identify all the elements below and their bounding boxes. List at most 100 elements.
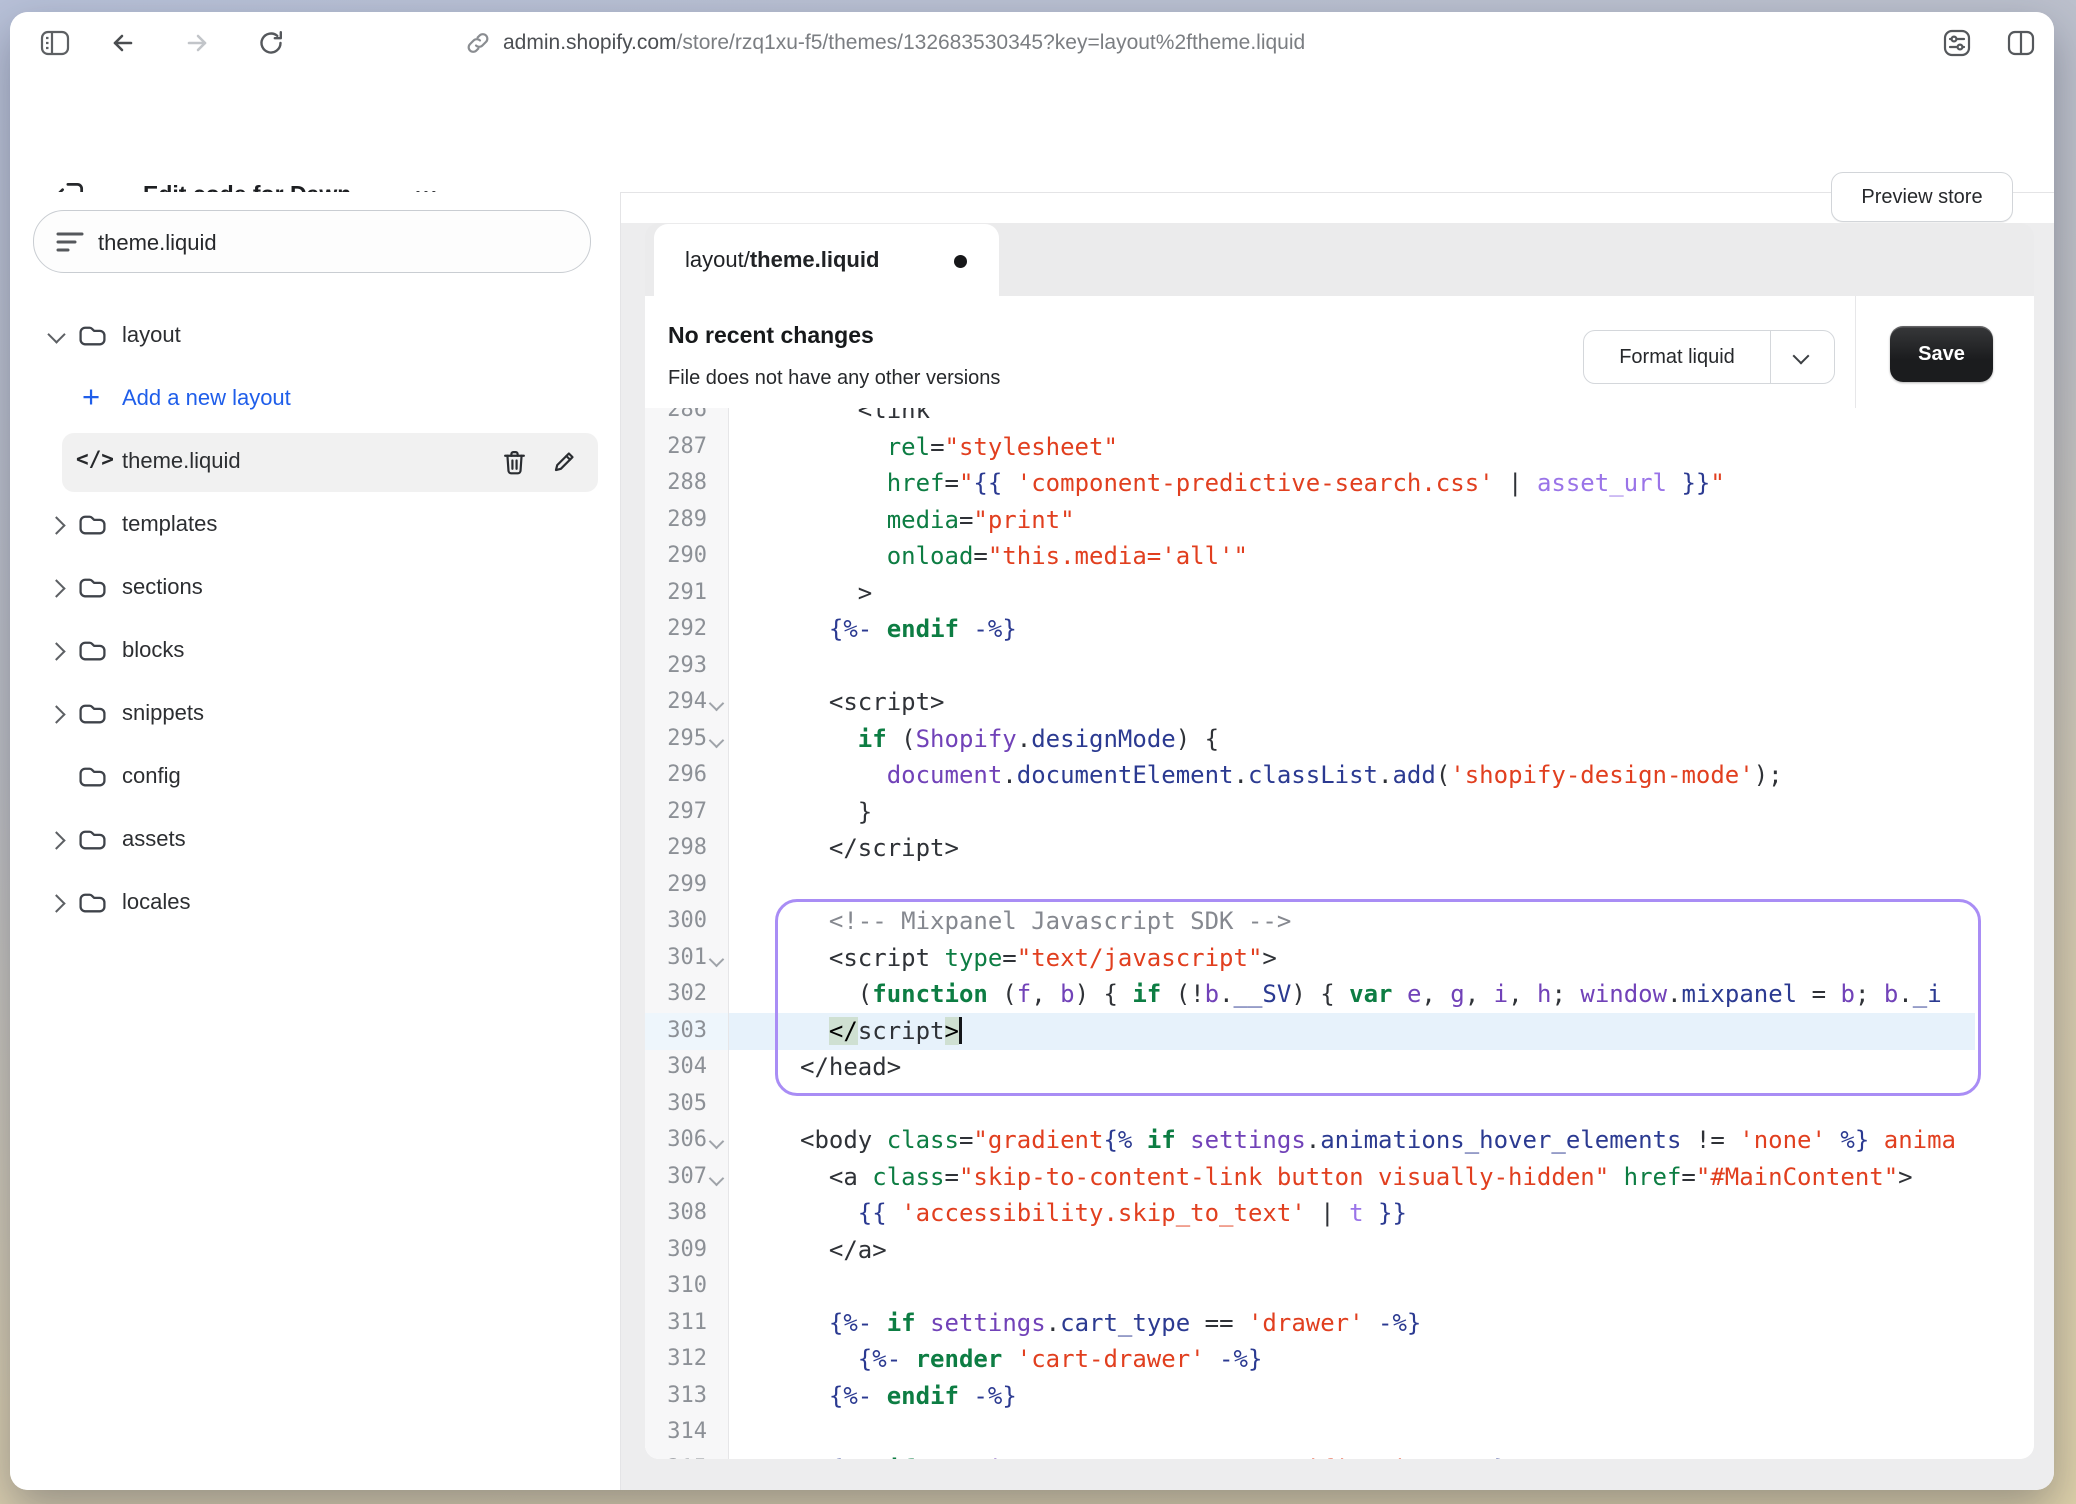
text-cursor bbox=[959, 1017, 962, 1044]
tab-theme-liquid[interactable]: layout/theme.liquid bbox=[654, 224, 999, 296]
sidebar-item-layout[interactable]: layout bbox=[10, 305, 620, 368]
address-bar[interactable]: admin.shopify.com/store/rzq1xu-f5/themes… bbox=[465, 12, 1305, 74]
file-filter-input[interactable] bbox=[96, 211, 570, 274]
code-line-294[interactable]: 294 <script> bbox=[645, 684, 2034, 721]
fold-chevron-icon[interactable] bbox=[709, 1170, 725, 1186]
code-line-314[interactable]: 314 bbox=[645, 1414, 2034, 1451]
line-number: 312 bbox=[645, 1341, 707, 1378]
chevron-right-icon[interactable] bbox=[47, 579, 65, 597]
code-line-287[interactable]: 287 rel="stylesheet" bbox=[645, 429, 2034, 466]
code-line-312[interactable]: 312 {%- render 'cart-drawer' -%} bbox=[645, 1341, 2034, 1378]
preview-store-button[interactable]: Preview store bbox=[1831, 172, 2013, 222]
code-line-286[interactable]: 286 <link bbox=[645, 408, 2034, 429]
code-editor[interactable]: 286 <link287 rel="stylesheet"288 href="{… bbox=[645, 408, 2034, 1459]
chevron-right-icon[interactable] bbox=[47, 516, 65, 534]
item-label: assets bbox=[122, 826, 186, 852]
sidebar-item-theme.liquid[interactable]: </>theme.liquid bbox=[10, 431, 620, 494]
sidebar-item-locales[interactable]: locales bbox=[10, 872, 620, 935]
sidebar-toggle-icon[interactable] bbox=[38, 26, 72, 60]
sidebar-item-assets[interactable]: assets bbox=[10, 809, 620, 872]
format-liquid-dropdown[interactable] bbox=[1770, 331, 1834, 383]
item-label: Add a new layout bbox=[122, 385, 291, 411]
code-line-292[interactable]: 292 {%- endif -%} bbox=[645, 611, 2034, 648]
code-line-305[interactable]: 305 bbox=[645, 1086, 2034, 1123]
folder-icon bbox=[78, 702, 107, 725]
page-settings-icon[interactable] bbox=[1940, 26, 1974, 60]
code-line-301[interactable]: 301 <script type="text/javascript"> bbox=[645, 940, 2034, 977]
line-number: 290 bbox=[645, 538, 707, 575]
code-line-309[interactable]: 309 </a> bbox=[645, 1232, 2034, 1269]
code-line-289[interactable]: 289 media="print" bbox=[645, 502, 2034, 539]
folder-icon bbox=[78, 576, 107, 599]
sidebar-item-sections[interactable]: sections bbox=[10, 557, 620, 620]
code-line-295[interactable]: 295 if (Shopify.designMode) { bbox=[645, 721, 2034, 758]
code-line-302[interactable]: 302 (function (f, b) { if (!b.__SV) { va… bbox=[645, 976, 2034, 1013]
code-line-306[interactable]: 306<body class="gradient{% if settings.a… bbox=[645, 1122, 2034, 1159]
item-label: locales bbox=[122, 889, 190, 915]
folder-icon bbox=[78, 891, 107, 914]
item-label: theme.liquid bbox=[122, 448, 241, 474]
item-label: snippets bbox=[122, 700, 204, 726]
sidebar-item-add-a-new-layout[interactable]: + Add a new layout bbox=[10, 368, 620, 431]
code-line-300[interactable]: 300 <!-- Mixpanel Javascript SDK --> bbox=[645, 903, 2034, 940]
folder-icon bbox=[78, 828, 107, 851]
code-line-297[interactable]: 297 } bbox=[645, 794, 2034, 831]
code-line-304[interactable]: 304</head> bbox=[645, 1049, 2034, 1086]
back-icon[interactable] bbox=[106, 26, 140, 60]
sidebar-item-blocks[interactable]: blocks bbox=[10, 620, 620, 683]
folder-icon bbox=[78, 513, 107, 536]
code-line-288[interactable]: 288 href="{{ 'component-predictive-searc… bbox=[645, 465, 2034, 502]
line-number: 291 bbox=[645, 575, 707, 612]
line-number: 301 bbox=[645, 940, 707, 977]
code-line-315[interactable]: 315 {%- if settings.cart_type == 'notifi… bbox=[645, 1451, 2034, 1460]
line-number: 307 bbox=[645, 1159, 707, 1196]
line-number: 302 bbox=[645, 976, 707, 1013]
line-number: 289 bbox=[645, 502, 707, 539]
save-button[interactable]: Save bbox=[1890, 326, 1993, 382]
code-line-308[interactable]: 308 {{ 'accessibility.skip_to_text' | t … bbox=[645, 1195, 2034, 1232]
folder-icon bbox=[78, 639, 107, 662]
line-number: 298 bbox=[645, 830, 707, 867]
code-line-307[interactable]: 307 <a class="skip-to-content-link butto… bbox=[645, 1159, 2034, 1196]
code-line-310[interactable]: 310 bbox=[645, 1268, 2034, 1305]
fold-chevron-icon[interactable] bbox=[709, 696, 725, 712]
reload-icon[interactable] bbox=[254, 26, 288, 60]
rename-file-icon[interactable] bbox=[552, 449, 577, 474]
fold-chevron-icon[interactable] bbox=[709, 732, 725, 748]
code-line-303[interactable]: 303 </script> bbox=[645, 1013, 2034, 1050]
format-liquid-button[interactable]: Format liquid bbox=[1583, 330, 1835, 384]
chevron-right-icon[interactable] bbox=[47, 642, 65, 660]
forward-icon[interactable] bbox=[180, 26, 214, 60]
code-line-291[interactable]: 291 > bbox=[645, 575, 2034, 612]
folder-icon bbox=[78, 324, 107, 347]
sidebar-item-templates[interactable]: templates bbox=[10, 494, 620, 557]
file-tree: layout + Add a new layout </>theme.liquidte… bbox=[10, 305, 620, 935]
link-icon bbox=[465, 30, 491, 56]
tab-strip: layout/theme.liquid bbox=[645, 223, 2034, 296]
file-filter bbox=[33, 210, 591, 273]
sidebar-item-snippets[interactable]: snippets bbox=[10, 683, 620, 746]
code-line-299[interactable]: 299 bbox=[645, 867, 2034, 904]
chevron-down-icon[interactable] bbox=[47, 325, 65, 343]
plus-icon: + bbox=[82, 379, 100, 415]
chevron-right-icon[interactable] bbox=[47, 705, 65, 723]
item-label: sections bbox=[122, 574, 203, 600]
status-title: No recent changes bbox=[668, 322, 874, 349]
split-view-icon[interactable] bbox=[2004, 26, 2038, 60]
code-line-311[interactable]: 311 {%- if settings.cart_type == 'drawer… bbox=[645, 1305, 2034, 1342]
code-line-313[interactable]: 313 {%- endif -%} bbox=[645, 1378, 2034, 1415]
code-line-298[interactable]: 298 </script> bbox=[645, 830, 2034, 867]
fold-chevron-icon[interactable] bbox=[709, 951, 725, 967]
delete-file-icon[interactable] bbox=[502, 449, 527, 476]
chevron-right-icon[interactable] bbox=[47, 831, 65, 849]
line-number: 292 bbox=[645, 611, 707, 648]
code-line-293[interactable]: 293 bbox=[645, 648, 2034, 685]
item-label: config bbox=[122, 763, 181, 789]
code-line-296[interactable]: 296 document.documentElement.classList.a… bbox=[645, 757, 2034, 794]
chevron-right-icon[interactable] bbox=[47, 894, 65, 912]
fold-chevron-icon[interactable] bbox=[709, 1134, 725, 1150]
line-number: 286 bbox=[645, 408, 707, 429]
code-line-290[interactable]: 290 onload="this.media='all'" bbox=[645, 538, 2034, 575]
unsaved-changes-dot bbox=[954, 255, 967, 268]
sidebar-item-config[interactable]: config bbox=[10, 746, 620, 809]
